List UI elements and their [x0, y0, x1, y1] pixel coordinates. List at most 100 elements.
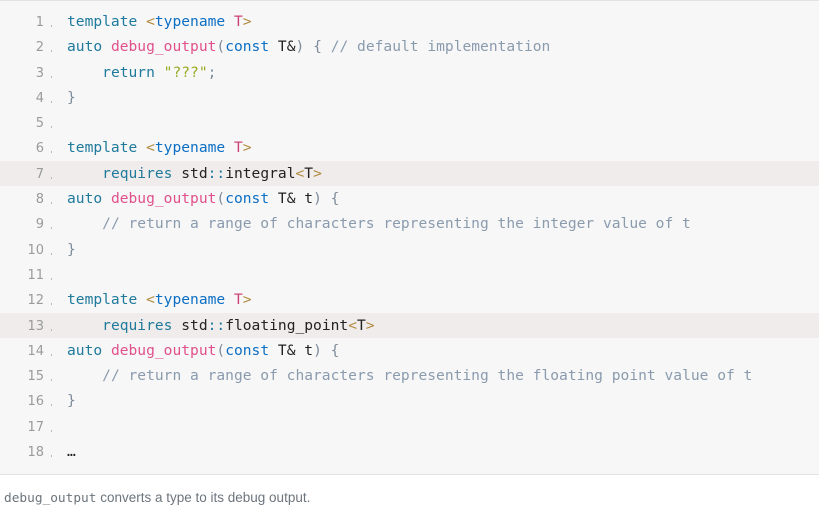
- line-number: 3: [0, 61, 44, 86]
- line-number: 18: [0, 440, 44, 465]
- line-number: 1: [0, 10, 44, 35]
- code-line-text: }: [58, 388, 819, 413]
- line-number: 5: [0, 111, 44, 136]
- code-token: {: [331, 190, 340, 207]
- code-token: [304, 38, 313, 55]
- code-token: {: [313, 38, 322, 55]
- caption-code-term: debug_output: [4, 491, 96, 506]
- code-lines: 1template <typename T>2auto debug_output…: [0, 9, 819, 464]
- code-token: // return a range of characters represen…: [102, 215, 691, 232]
- code-token: const: [225, 342, 269, 359]
- code-line: 18 …: [0, 439, 819, 464]
- code-line-text: requires std::integral<T>: [58, 161, 819, 186]
- code-line-text: // return a range of characters represen…: [58, 363, 819, 388]
- code-token: template: [67, 13, 137, 30]
- code-token: <: [146, 139, 155, 156]
- code-line: 4}: [0, 85, 819, 110]
- code-token: [322, 190, 331, 207]
- code-token: ): [313, 190, 322, 207]
- code-token: requires: [102, 317, 172, 334]
- code-token: debug_output: [111, 38, 216, 55]
- code-token: const: [225, 38, 269, 55]
- code-token: [102, 342, 111, 359]
- code-token: [172, 165, 181, 182]
- code-token: auto: [67, 38, 102, 55]
- caption-text: converts a type to its debug output.: [96, 490, 310, 505]
- code-line: 16}: [0, 388, 819, 413]
- code-token: auto: [67, 190, 102, 207]
- code-line: 10}: [0, 237, 819, 262]
- code-token: <: [295, 165, 304, 182]
- code-token: "???": [164, 64, 208, 81]
- code-line-text: }: [58, 237, 819, 262]
- code-line: 15 // return a range of characters repre…: [0, 363, 819, 388]
- code-token: auto: [67, 342, 102, 359]
- code-token: [225, 291, 234, 308]
- code-token: ): [296, 38, 305, 55]
- code-token: …: [67, 443, 76, 460]
- code-token: const: [225, 190, 269, 207]
- line-number: 6: [0, 136, 44, 161]
- code-token: template: [67, 291, 137, 308]
- code-token: (: [216, 38, 225, 55]
- code-token: >: [366, 317, 375, 334]
- line-number: 10: [0, 238, 44, 263]
- code-token: typename: [155, 13, 225, 30]
- line-number: 4: [0, 86, 44, 111]
- code-token: >: [243, 13, 252, 30]
- code-token: T: [234, 291, 243, 308]
- code-token: T: [234, 139, 243, 156]
- code-token: template: [67, 139, 137, 156]
- code-token: T: [357, 317, 366, 334]
- code-token: typename: [155, 139, 225, 156]
- code-line: 11: [0, 262, 819, 287]
- code-token: T: [304, 165, 313, 182]
- line-number: 16: [0, 389, 44, 414]
- code-line-text: …: [58, 439, 819, 464]
- code-line: 12template <typename T>: [0, 287, 819, 312]
- code-token: <: [146, 291, 155, 308]
- code-token: <: [348, 317, 357, 334]
- code-line-text: template <typename T>: [58, 135, 819, 160]
- code-token: <: [146, 13, 155, 30]
- code-token: [225, 13, 234, 30]
- code-token: debug_output: [111, 190, 216, 207]
- code-token: typename: [155, 291, 225, 308]
- code-line: 8auto debug_output(const T& t) {: [0, 186, 819, 211]
- code-token: [67, 367, 102, 384]
- code-token: std: [181, 317, 207, 334]
- code-token: [102, 190, 111, 207]
- code-line-text: [58, 262, 819, 287]
- code-line-text: return "???";: [58, 60, 819, 85]
- code-token: T: [234, 13, 243, 30]
- code-token: }: [67, 89, 76, 106]
- code-token: requires: [102, 165, 172, 182]
- code-token: [137, 291, 146, 308]
- code-line: 3 return "???";: [0, 60, 819, 85]
- code-line-text: [58, 110, 819, 135]
- code-line-text: auto debug_output(const T& t) {: [58, 338, 819, 363]
- code-token: floating_point: [225, 317, 348, 334]
- code-token: std: [181, 165, 207, 182]
- code-line-text: // return a range of characters represen…: [58, 211, 819, 236]
- code-token: >: [243, 291, 252, 308]
- code-token: // return a range of characters represen…: [102, 367, 752, 384]
- code-line: 13 requires std::floating_point<T>: [0, 313, 819, 338]
- code-line: 9 // return a range of characters repres…: [0, 211, 819, 236]
- code-line: 7 requires std::integral<T>: [0, 161, 819, 186]
- code-block: 1template <typename T>2auto debug_output…: [0, 0, 819, 475]
- code-token: [269, 190, 278, 207]
- line-number: 14: [0, 339, 44, 364]
- code-token: >: [243, 139, 252, 156]
- code-token: [102, 38, 111, 55]
- code-token: ::: [208, 317, 226, 334]
- code-token: }: [67, 392, 76, 409]
- code-token: }: [67, 241, 76, 258]
- code-token: ): [313, 342, 322, 359]
- line-number: 11: [0, 263, 44, 288]
- code-line: 6 template <typename T>: [0, 135, 819, 160]
- code-token: {: [331, 342, 340, 359]
- code-token: [155, 64, 164, 81]
- code-token: ;: [208, 64, 217, 81]
- code-line: 17: [0, 414, 819, 439]
